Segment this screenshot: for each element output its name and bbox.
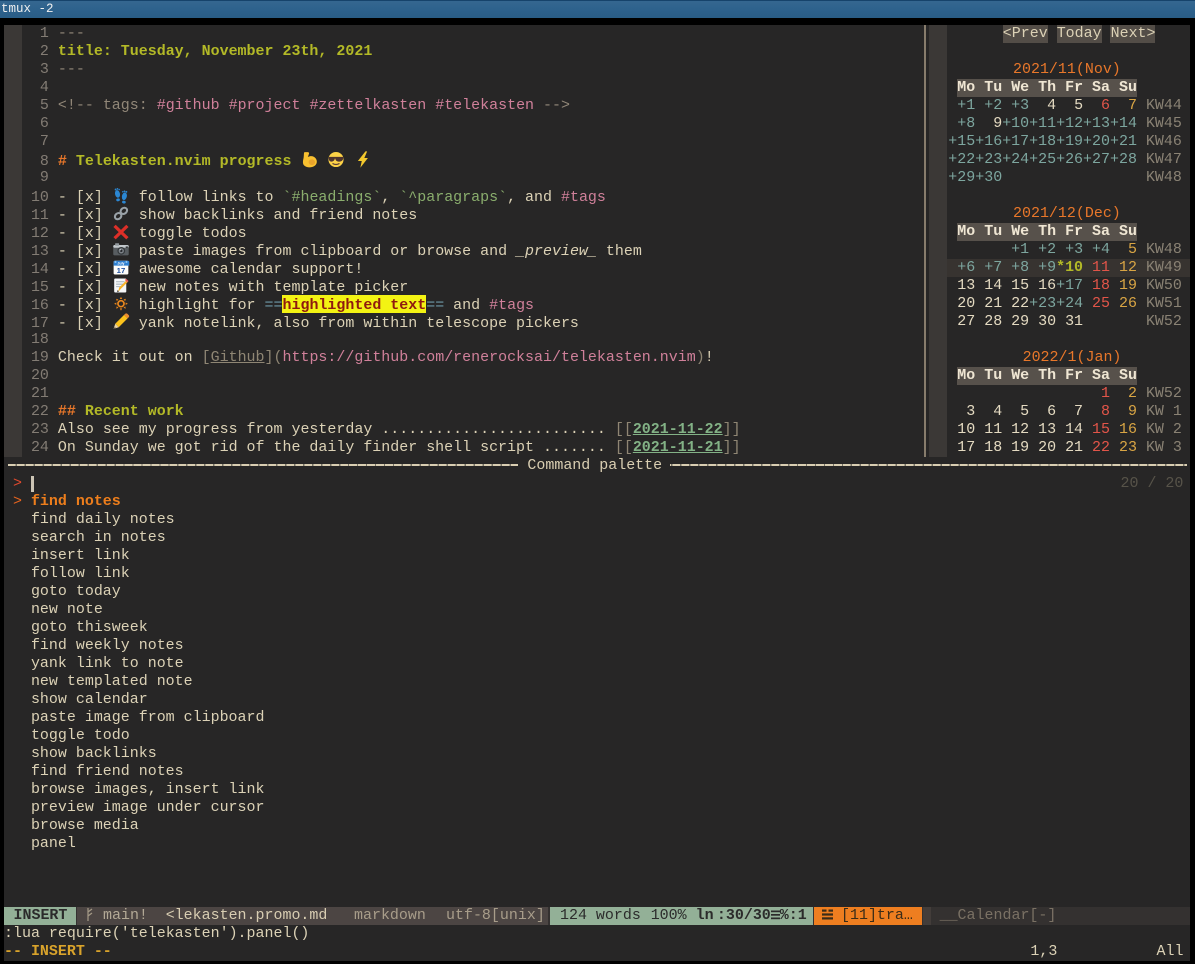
svg-text:17: 17: [116, 266, 125, 275]
